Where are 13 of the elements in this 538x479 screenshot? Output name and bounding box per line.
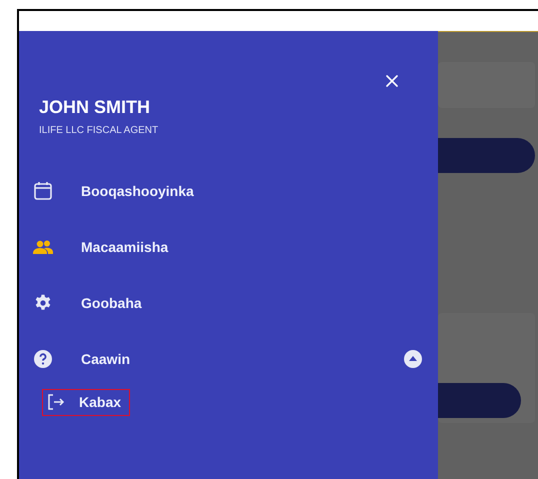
gear-icon [34, 294, 52, 312]
menu-item[interactable]: Goobaha [19, 275, 438, 331]
menu-item[interactable]: Macaamiisha [19, 219, 438, 275]
calendar-icon [33, 181, 53, 201]
people-icon [33, 240, 53, 254]
menu-item[interactable]: Caawin [19, 331, 438, 387]
user-name: JOHN SMITH [39, 96, 152, 119]
user-role: ILIFE LLC FISCAL AGENT [39, 124, 160, 138]
menu-item[interactable]: Booqashooyinka [19, 163, 438, 219]
logout-icon [47, 394, 65, 410]
help-icon [34, 350, 52, 368]
collapse-icon[interactable] [404, 350, 422, 368]
submenu-item[interactable]: Kabax [42, 388, 130, 416]
